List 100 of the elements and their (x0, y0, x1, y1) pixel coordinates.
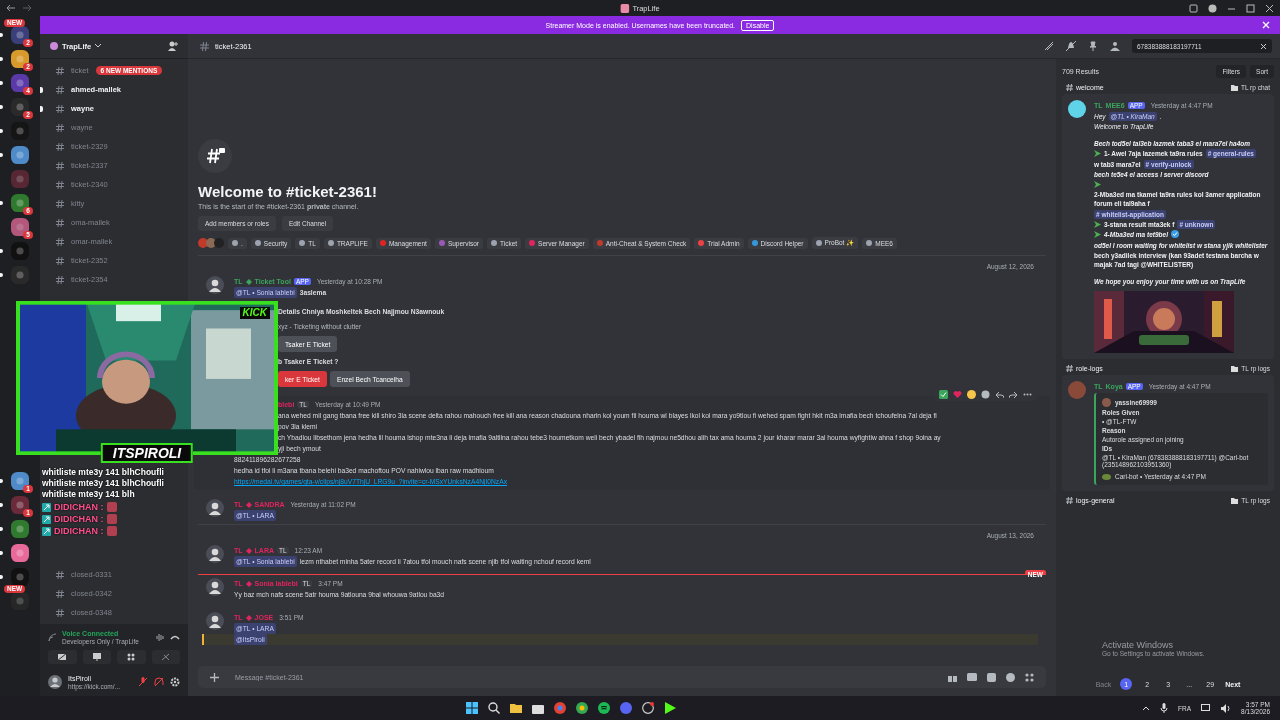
user-avatar[interactable] (206, 612, 224, 630)
emote-icon (106, 526, 117, 537)
deafened-headphones-icon[interactable] (154, 677, 164, 687)
user-avatar[interactable] (206, 499, 224, 517)
emote-icon (106, 514, 117, 525)
folder-icon[interactable] (510, 702, 523, 714)
reply-icon[interactable] (995, 390, 1004, 399)
app-icon (620, 3, 630, 13)
locked-channel-icon (198, 139, 232, 173)
chatter-name: DIDICHAN : (54, 526, 104, 537)
camera-off-icon (57, 653, 68, 661)
waveform-icon[interactable] (156, 633, 165, 642)
server-icon[interactable] (11, 218, 29, 236)
server-icon[interactable] (11, 146, 29, 164)
unread-pip (0, 527, 3, 531)
bot-avatar (1068, 100, 1086, 118)
server-icon[interactable] (11, 74, 29, 92)
monitor-icon (91, 653, 102, 661)
browser-icon[interactable] (576, 702, 589, 714)
members-icon[interactable] (1110, 41, 1120, 51)
sticker-icon[interactable] (987, 672, 996, 682)
maximize-icon[interactable] (1246, 3, 1255, 13)
user-avatar (1102, 398, 1111, 408)
server-icon[interactable] (11, 520, 29, 538)
activities-button[interactable] (117, 650, 146, 664)
heart-reaction-icon[interactable] (953, 390, 962, 399)
play-icon[interactable] (664, 702, 677, 714)
server-icon[interactable] (11, 26, 29, 44)
streamer-name: ITSPIROLI (100, 443, 194, 463)
emoji-icon[interactable] (1006, 672, 1015, 682)
user-avatar[interactable] (206, 276, 224, 294)
chevron-up-icon[interactable] (1142, 705, 1151, 711)
hashtag-icon (56, 180, 64, 189)
soundboard-button[interactable] (151, 650, 180, 664)
clear-icon[interactable] (1260, 42, 1267, 50)
user-avatar[interactable] (48, 675, 62, 689)
apps-icon[interactable] (1025, 672, 1034, 682)
hashtag-icon (56, 161, 64, 170)
server-icon[interactable] (11, 472, 29, 490)
unread-pip (0, 129, 3, 133)
user-avatar[interactable] (206, 578, 224, 596)
back-arrow-icon[interactable] (6, 4, 16, 12)
hashtag-icon (56, 589, 64, 598)
unread-pip (0, 81, 3, 85)
chat-badge-icon (42, 502, 51, 512)
add-member-icon[interactable] (168, 41, 178, 51)
member-avatars-drawing (198, 238, 224, 248)
pin-icon[interactable] (1088, 41, 1098, 51)
hashtag-icon (200, 41, 209, 51)
inbox-icon[interactable] (1189, 3, 1198, 13)
plus-icon[interactable] (210, 672, 219, 682)
laughing-reaction-icon[interactable] (967, 390, 976, 399)
server-icon[interactable] (11, 50, 29, 68)
folder-icon (1231, 365, 1239, 372)
hashtag-icon (56, 66, 64, 75)
camera-off-button[interactable] (48, 650, 77, 664)
server-icon[interactable] (11, 544, 29, 562)
server-icon[interactable] (11, 496, 29, 514)
browser-icon[interactable] (554, 702, 567, 714)
threads-icon[interactable] (1044, 41, 1054, 51)
store-icon[interactable] (532, 702, 545, 714)
unread-pip (0, 33, 3, 37)
server-icon[interactable] (11, 194, 29, 212)
search-icon[interactable] (488, 702, 501, 714)
crossed-lines-icon (160, 653, 171, 661)
stream-logo: KICK (239, 307, 270, 319)
close-icon[interactable] (1265, 3, 1274, 13)
settings-icon[interactable] (170, 677, 180, 687)
start-icon[interactable] (466, 702, 479, 714)
check-reaction-icon[interactable] (939, 390, 948, 399)
four-dots-icon (126, 653, 137, 661)
server-icon[interactable] (11, 592, 29, 610)
chevron-down-icon[interactable] (95, 44, 102, 48)
chatter-name: DIDICHAN : (54, 514, 104, 525)
server-icon[interactable] (11, 568, 29, 586)
disconnect-icon[interactable] (170, 633, 180, 642)
mute-bell-icon[interactable] (1066, 41, 1076, 51)
music-app-icon[interactable] (598, 702, 611, 714)
arrow-icon (1094, 150, 1101, 158)
network-icon[interactable] (1201, 703, 1212, 713)
hashtag-icon (56, 237, 64, 246)
hashtag-icon (56, 275, 64, 284)
help-icon[interactable] (1208, 3, 1217, 13)
speaker-icon[interactable] (1221, 703, 1232, 713)
forward-arrow-icon[interactable] (22, 4, 32, 12)
microphone-icon[interactable] (1160, 703, 1169, 713)
hashtag-icon (1066, 365, 1073, 373)
server-icon[interactable] (11, 98, 29, 116)
hashtag-icon (56, 104, 64, 113)
add-reaction-icon[interactable] (981, 390, 990, 399)
user-avatar[interactable] (206, 545, 224, 563)
muted-microphone-icon[interactable] (138, 677, 148, 687)
unread-indicator (40, 86, 43, 93)
screen-share-button[interactable] (82, 650, 111, 664)
recorder-icon[interactable] (642, 702, 655, 714)
unread-pip (0, 201, 3, 205)
hashtag-icon (1066, 84, 1073, 91)
chat-app-icon[interactable] (620, 702, 633, 714)
forward-icon[interactable] (1009, 390, 1018, 399)
signal-icon (48, 633, 57, 642)
